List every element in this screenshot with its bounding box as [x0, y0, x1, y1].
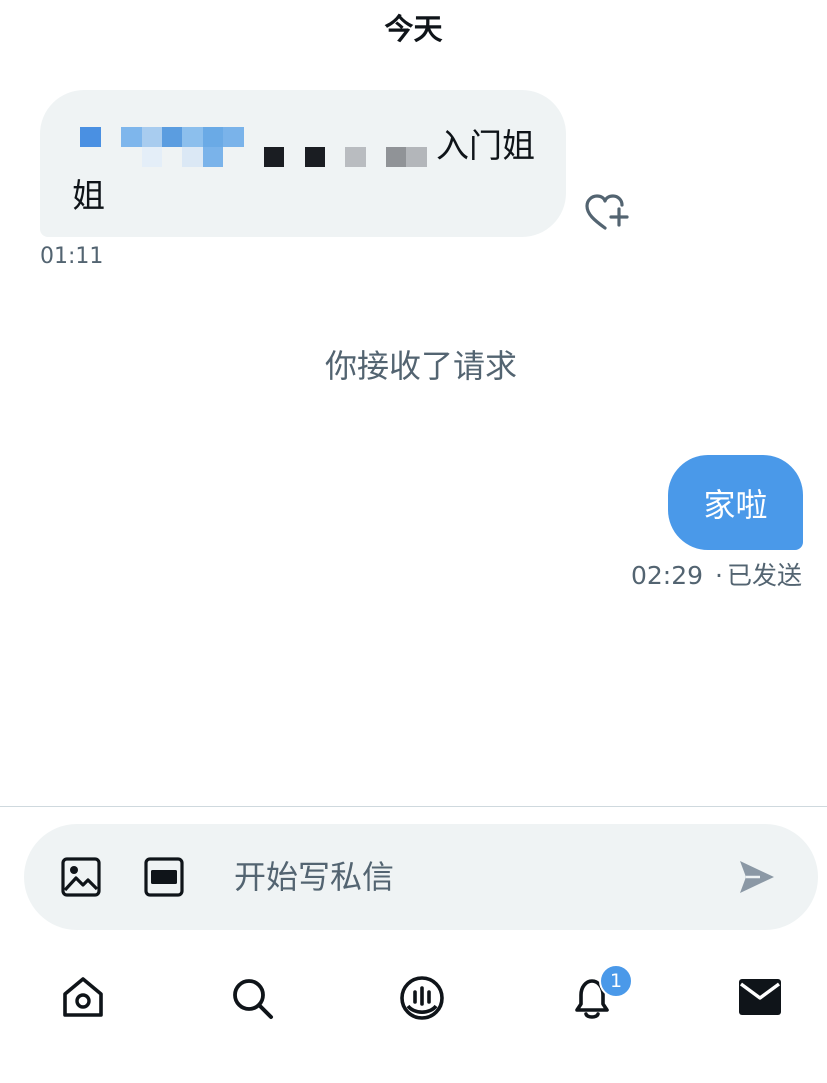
composer-divider [0, 806, 827, 807]
date-separator: 今天 [384, 12, 443, 46]
send-icon[interactable] [738, 859, 776, 895]
image-icon[interactable] [60, 856, 102, 898]
incoming-message-timestamp: 01:11 [40, 244, 104, 269]
incoming-message-text-line2: 姐 [72, 176, 105, 215]
search-icon[interactable] [229, 975, 275, 1021]
delivery-status: 已发送 [726, 561, 802, 590]
message-input[interactable] [234, 847, 714, 907]
add-reaction-button[interactable] [584, 192, 630, 234]
system-note: 你接收了请求 [324, 347, 517, 385]
spaces-icon[interactable] [398, 974, 446, 1022]
gif-icon[interactable] [143, 856, 185, 898]
outgoing-message-text: 家啦 [703, 485, 768, 524]
meta-separator: · [715, 561, 723, 590]
notifications-badge: 1 [599, 964, 633, 998]
incoming-message-text-line1: 入门姐 [436, 126, 535, 165]
outgoing-message-meta: 02:29 · 已发送 [631, 556, 802, 592]
outgoing-message-bubble[interactable]: 家啦 [668, 455, 803, 550]
outgoing-message-timestamp: 02:29 [630, 561, 704, 590]
message-composer [24, 824, 818, 930]
home-icon[interactable] [60, 974, 106, 1020]
dm-conversation-page: 今天 入门姐 姐 01:11 你接收了请求 家啦 02:29 · 已发送 开始写… [0, 0, 827, 1083]
heart-plus-icon [585, 194, 629, 230]
messages-icon[interactable] [737, 976, 783, 1018]
